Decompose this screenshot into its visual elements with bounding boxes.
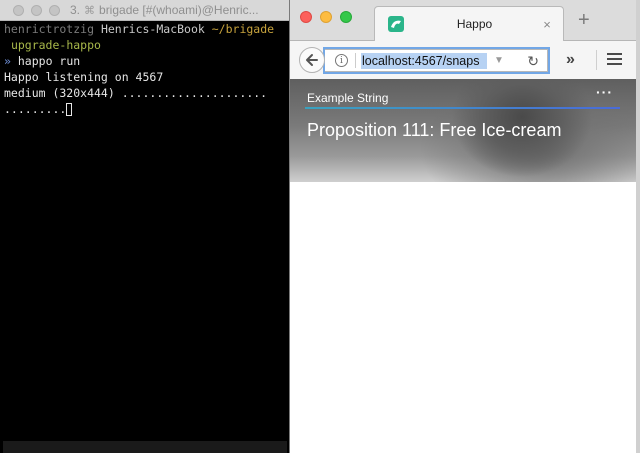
hero-accent-line [305,107,620,109]
toolbar-divider [596,50,597,70]
reload-icon[interactable]: ↻ [527,53,539,70]
hamburger-menu-icon[interactable] [607,53,622,68]
terminal-cursor [66,103,73,116]
new-tab-button[interactable]: + [578,10,590,30]
hero-banner: Example String ··· Proposition 111: Free… [290,79,636,182]
site-info-icon[interactable]: i [335,54,348,67]
output-line-progress: medium (320x444) ..................... [4,86,268,100]
back-button[interactable] [299,47,325,73]
toolbar-overflow-button[interactable]: » [566,51,575,69]
terminal-minimize-button[interactable] [31,4,42,16]
page-viewport: Example String ··· Proposition 111: Free… [290,79,636,453]
prompt-symbol: » [4,54,11,68]
prompt-path: ~/brigade [211,22,275,36]
tab-happo[interactable]: Happo × [374,6,564,41]
url-input[interactable]: localhost:4567/snaps [361,52,487,69]
terminal-title: 3. ⌘ brigade [#(whoami)@Henric... [70,3,259,17]
terminal-zoom-button[interactable] [49,4,60,16]
terminal-output[interactable]: henrictrotzig Henrics-MacBook ~/brigade … [4,21,290,117]
tab-strip: Happo × + [290,0,636,41]
more-options-icon[interactable]: ··· [596,84,613,100]
terminal-tab-number: 3. [70,3,81,17]
url-divider [355,53,356,68]
maximize-window-button[interactable] [340,11,352,23]
terminal-close-button[interactable] [13,4,24,16]
back-arrow-icon [306,54,318,66]
minimize-window-button[interactable] [320,11,332,23]
background-window-edge [636,0,640,453]
url-dropdown-icon[interactable]: ▼ [494,55,504,66]
typed-command: happo run [17,54,81,68]
navigation-toolbar: i localhost:4567/snaps ▼ ↻ » [290,41,636,80]
terminal-title-text: brigade [#(whoami)@Henric... [99,3,259,17]
terminal-titlebar[interactable]: 3. ⌘ brigade [#(whoami)@Henric... [0,0,290,21]
terminal-scrollbar[interactable] [3,441,287,453]
hero-label: Example String [307,91,389,105]
output-line-listening: Happo listening on 4567 [4,70,164,84]
prompt-user: henrictrotzig [4,22,95,36]
happo-favicon-icon [388,16,404,32]
close-window-button[interactable] [300,11,312,23]
terminal-session-icon: ⌘ [84,4,96,17]
prompt-branch: upgrade-happo [10,38,101,52]
terminal-window: 3. ⌘ brigade [#(whoami)@Henric... henric… [0,0,290,453]
prompt-host: Henrics-MacBook [100,22,205,36]
tab-close-icon[interactable]: × [539,17,555,32]
hero-title: Proposition 111: Free Ice-cream [307,120,562,140]
window-controls [300,11,352,23]
browser-window: Happo × + i localhost:4567/snaps ▼ ↻ » E… [290,0,636,453]
url-bar[interactable]: i localhost:4567/snaps ▼ ↻ [325,49,548,72]
tab-title: Happo [456,17,493,31]
output-line-progress-cont: ......... [4,102,67,116]
